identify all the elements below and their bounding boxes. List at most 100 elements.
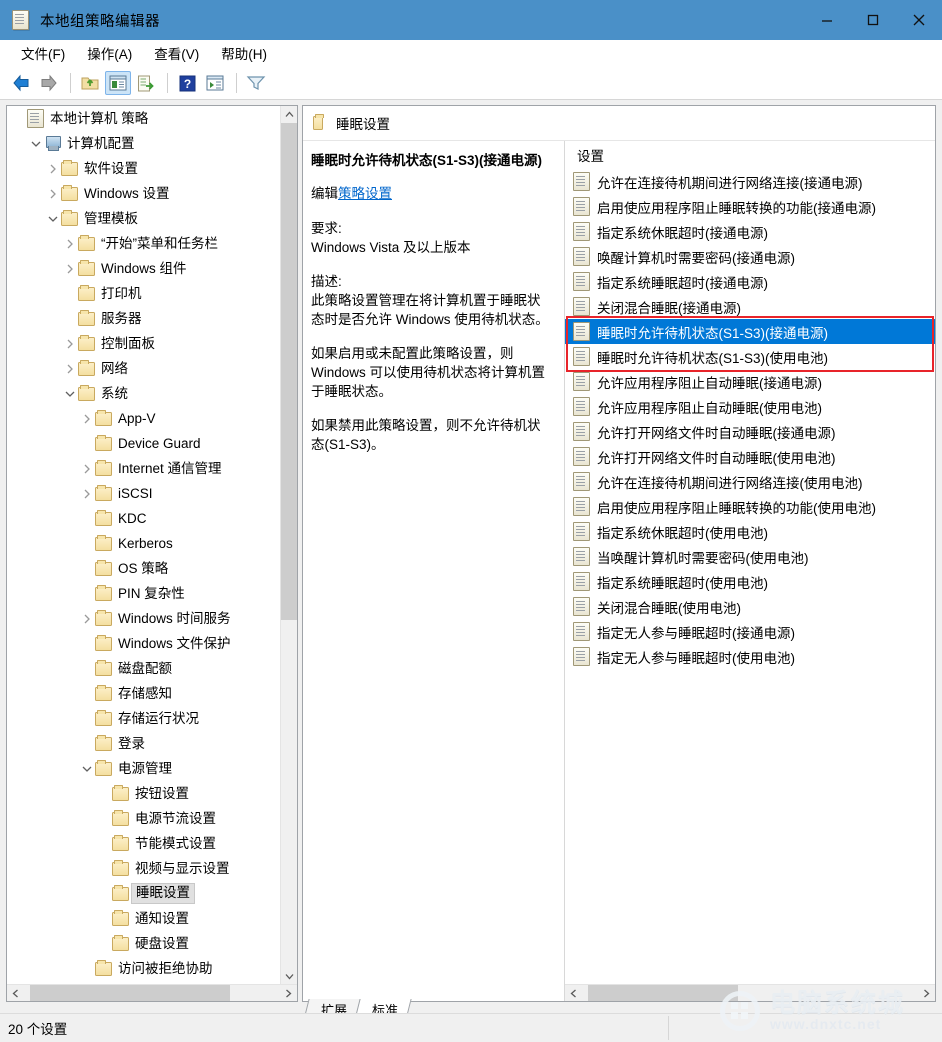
list-hscroll-thumb[interactable] xyxy=(588,985,738,1001)
settings-list[interactable]: 允许在连接待机期间进行网络连接(接通电源) 启用使应用程序阻止睡眠转换的功能(接通… xyxy=(565,169,935,985)
tree-item[interactable]: App-V xyxy=(7,406,281,431)
list-scroll-right-button[interactable] xyxy=(918,985,935,1001)
tree-item[interactable]: 按钮设置 xyxy=(7,781,281,806)
tree-scroll-left-button[interactable] xyxy=(7,985,24,1001)
tree-scroll-thumb[interactable] xyxy=(281,123,297,620)
tree-item[interactable]: Device Guard xyxy=(7,431,281,456)
tree-item[interactable]: 电源节流设置 xyxy=(7,806,281,831)
tree-item[interactable]: 本地计算机 策略 xyxy=(7,106,281,131)
settings-list-item[interactable]: 睡眠时允许待机状态(S1-S3)(接通电源) xyxy=(565,319,935,344)
tree-item[interactable]: 控制面板 xyxy=(7,331,281,356)
show-hide-tree-icon[interactable] xyxy=(105,71,131,95)
tree-item[interactable]: Windows 时间服务 xyxy=(7,606,281,631)
settings-list-item[interactable]: 允许应用程序阻止自动睡眠(接通电源) xyxy=(565,369,935,394)
chevron-down-icon[interactable] xyxy=(79,761,95,777)
tree-item[interactable]: Internet 通信管理 xyxy=(7,456,281,481)
back-icon[interactable] xyxy=(8,71,34,95)
chevron-right-icon[interactable] xyxy=(45,161,61,177)
tree-item[interactable]: 计算机配置 xyxy=(7,131,281,156)
up-folder-icon[interactable] xyxy=(77,71,103,95)
settings-list-item[interactable]: 指定无人参与睡眠超时(使用电池) xyxy=(565,644,935,669)
tree-item[interactable]: 登录 xyxy=(7,731,281,756)
chevron-right-icon[interactable] xyxy=(62,336,78,352)
tree-item[interactable]: Windows 设置 xyxy=(7,181,281,206)
close-button[interactable] xyxy=(896,0,942,40)
tree-item[interactable]: 电源管理 xyxy=(7,756,281,781)
tree-item[interactable]: 存储感知 xyxy=(7,681,281,706)
settings-list-item[interactable]: 指定系统睡眠超时(使用电池) xyxy=(565,569,935,594)
tree-item[interactable]: 磁盘配额 xyxy=(7,656,281,681)
chevron-right-icon[interactable] xyxy=(45,186,61,202)
properties-icon[interactable] xyxy=(202,71,228,95)
forward-icon[interactable] xyxy=(36,71,62,95)
settings-list-item[interactable]: 睡眠时允许待机状态(S1-S3)(使用电池) xyxy=(565,344,935,369)
maximize-button[interactable] xyxy=(850,0,896,40)
edit-policy-setting-link[interactable]: 策略设置 xyxy=(338,186,392,201)
tree-item[interactable]: OS 策略 xyxy=(7,556,281,581)
tree-hscroll-track[interactable] xyxy=(24,985,280,1001)
tree-item[interactable]: 系统 xyxy=(7,381,281,406)
tree-item[interactable]: 访问被拒绝协助 xyxy=(7,956,281,981)
settings-list-item[interactable]: 允许打开网络文件时自动睡眠(使用电池) xyxy=(565,444,935,469)
console-tree[interactable]: 本地计算机 策略 计算机配置 软件设置 Windows 设置 管理模板 “开始”菜单和任务… xyxy=(7,106,281,985)
tree-item[interactable]: 视频与显示设置 xyxy=(7,856,281,881)
tree-item[interactable]: 节能模式设置 xyxy=(7,831,281,856)
chevron-down-icon[interactable] xyxy=(28,136,44,152)
settings-list-item[interactable]: 关闭混合睡眠(使用电池) xyxy=(565,594,935,619)
tree-item[interactable]: 硬盘设置 xyxy=(7,931,281,956)
chevron-right-icon[interactable] xyxy=(62,361,78,377)
chevron-down-icon[interactable] xyxy=(45,211,61,227)
settings-list-item[interactable]: 指定系统休眠超时(接通电源) xyxy=(565,219,935,244)
settings-list-item[interactable]: 关闭混合睡眠(接通电源) xyxy=(565,294,935,319)
tree-item[interactable]: Windows 文件保护 xyxy=(7,631,281,656)
minimize-button[interactable] xyxy=(804,0,850,40)
tree-item[interactable]: 睡眠设置 xyxy=(7,881,281,906)
tree-item[interactable]: Windows 组件 xyxy=(7,256,281,281)
tree-scroll-up-button[interactable] xyxy=(281,106,297,123)
help-icon[interactable]: ? xyxy=(174,71,200,95)
settings-list-item[interactable]: 启用使应用程序阻止睡眠转换的功能(接通电源) xyxy=(565,194,935,219)
chevron-right-icon[interactable] xyxy=(62,236,78,252)
list-hscroll-track[interactable] xyxy=(582,985,918,1001)
tree-item[interactable]: 管理模板 xyxy=(7,206,281,231)
list-horizontal-scrollbar[interactable] xyxy=(565,984,935,1001)
settings-column-header[interactable]: 设置 xyxy=(565,141,935,169)
settings-list-item[interactable]: 允许在连接待机期间进行网络连接(接通电源) xyxy=(565,169,935,194)
chevron-right-icon[interactable] xyxy=(79,611,95,627)
tree-item[interactable]: 存储运行状况 xyxy=(7,706,281,731)
settings-list-item[interactable]: 允许应用程序阻止自动睡眠(使用电池) xyxy=(565,394,935,419)
filter-icon[interactable] xyxy=(243,71,269,95)
settings-list-item[interactable]: 当唤醒计算机时需要密码(使用电池) xyxy=(565,544,935,569)
settings-list-item[interactable]: 启用使应用程序阻止睡眠转换的功能(使用电池) xyxy=(565,494,935,519)
chevron-right-icon[interactable] xyxy=(79,486,95,502)
menu-file[interactable]: 文件(F) xyxy=(10,40,76,66)
settings-list-item[interactable]: 唤醒计算机时需要密码(接通电源) xyxy=(565,244,935,269)
tree-item[interactable]: iSCSI xyxy=(7,481,281,506)
settings-list-item[interactable]: 指定系统睡眠超时(接通电源) xyxy=(565,269,935,294)
tree-hscroll-thumb[interactable] xyxy=(30,985,230,1001)
tree-horizontal-scrollbar[interactable] xyxy=(7,984,297,1001)
settings-list-item[interactable]: 指定无人参与睡眠超时(接通电源) xyxy=(565,619,935,644)
tree-item[interactable]: 网络 xyxy=(7,356,281,381)
tree-item[interactable]: 服务器 xyxy=(7,306,281,331)
settings-list-item[interactable]: 允许在连接待机期间进行网络连接(使用电池) xyxy=(565,469,935,494)
menu-help[interactable]: 帮助(H) xyxy=(210,40,278,66)
list-scroll-left-button[interactable] xyxy=(565,985,582,1001)
chevron-right-icon[interactable] xyxy=(62,261,78,277)
menu-view[interactable]: 查看(V) xyxy=(143,40,210,66)
tree-item[interactable]: PIN 复杂性 xyxy=(7,581,281,606)
tree-item[interactable]: Kerberos xyxy=(7,531,281,556)
settings-list-item[interactable]: 允许打开网络文件时自动睡眠(接通电源) xyxy=(565,419,935,444)
tree-item[interactable]: 打印机 xyxy=(7,281,281,306)
chevron-right-icon[interactable] xyxy=(79,411,95,427)
tree-vertical-scrollbar[interactable] xyxy=(280,106,297,985)
menu-action[interactable]: 操作(A) xyxy=(76,40,143,66)
tree-scroll-right-button[interactable] xyxy=(280,985,297,1001)
tree-item[interactable]: “开始”菜单和任务栏 xyxy=(7,231,281,256)
chevron-down-icon[interactable] xyxy=(62,386,78,402)
export-list-icon[interactable] xyxy=(133,71,159,95)
chevron-right-icon[interactable] xyxy=(79,461,95,477)
tree-item[interactable]: 软件设置 xyxy=(7,156,281,181)
tree-item[interactable]: 通知设置 xyxy=(7,906,281,931)
tree-item[interactable]: KDC xyxy=(7,506,281,531)
